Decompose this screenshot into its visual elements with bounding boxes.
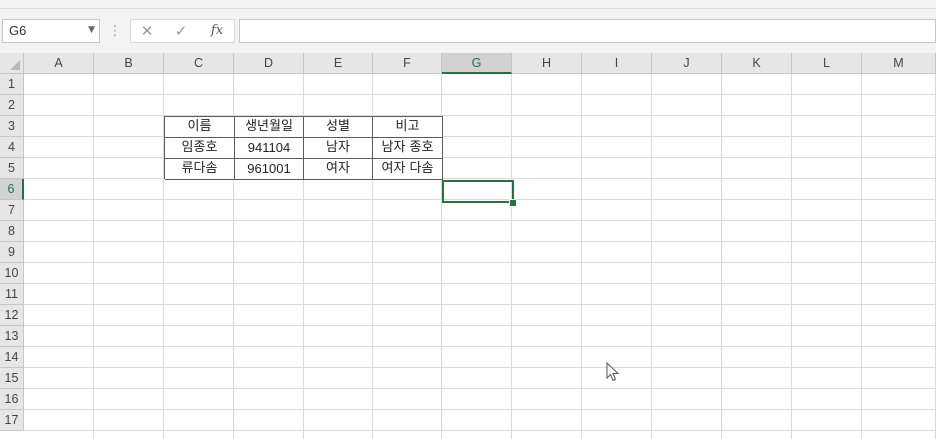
row-header-8[interactable]: 8 [0, 221, 24, 242]
name-box[interactable]: G6 ▼ [2, 19, 100, 43]
row-header-1[interactable]: 1 [0, 74, 24, 95]
formula-bar: G6 ▼ ⋮ ✕ ✓ fx [0, 9, 936, 54]
row-header-15[interactable]: 15 [0, 368, 24, 389]
row-header-12[interactable]: 12 [0, 305, 24, 326]
gridline-horizontal [24, 241, 936, 242]
gridline-horizontal [24, 178, 936, 179]
gridline-horizontal [24, 157, 936, 158]
gridline-horizontal [24, 325, 936, 326]
fill-handle[interactable] [509, 199, 517, 207]
gridline-vertical [581, 74, 582, 439]
column-header-g[interactable]: G [442, 53, 512, 74]
table-cell[interactable]: 961001 [235, 159, 304, 180]
close-icon[interactable]: ✕ [133, 21, 161, 41]
select-all-button[interactable] [0, 53, 24, 74]
insert-function-button[interactable]: fx [203, 21, 231, 41]
gridline-horizontal [24, 220, 936, 221]
chevron-down-icon[interactable]: ▼ [88, 25, 95, 35]
checkmark-icon[interactable]: ✓ [167, 21, 195, 41]
row-header-7[interactable]: 7 [0, 200, 24, 221]
table-header-cell[interactable]: 비고 [373, 117, 443, 138]
column-header-f[interactable]: F [373, 53, 442, 74]
table-cell[interactable]: 여자 다솜 [373, 159, 443, 180]
row-header-5[interactable]: 5 [0, 158, 24, 179]
gridline-vertical [791, 74, 792, 439]
ribbon-bottom-edge [0, 0, 936, 9]
gridline-vertical [861, 74, 862, 439]
active-cell-selection[interactable] [442, 180, 514, 203]
table-cell[interactable]: 여자 [304, 159, 373, 180]
column-header-e[interactable]: E [304, 53, 373, 74]
gridline-horizontal [24, 430, 936, 431]
column-header-m[interactable]: M [862, 53, 936, 74]
gridline-horizontal [24, 367, 936, 368]
row-header-6[interactable]: 6 [0, 179, 24, 200]
gridline-horizontal [24, 283, 936, 284]
gridline-horizontal [24, 262, 936, 263]
column-header-k[interactable]: K [722, 53, 792, 74]
gridline-horizontal [24, 115, 936, 116]
gridline-vertical [721, 74, 722, 439]
row-header-17[interactable]: 17 [0, 410, 24, 431]
formula-input[interactable] [239, 19, 936, 43]
gridline-horizontal [24, 409, 936, 410]
table-header-cell[interactable]: 이름 [165, 117, 235, 138]
table-cell[interactable]: 남자 [304, 138, 373, 159]
row-header-13[interactable]: 13 [0, 326, 24, 347]
formula-buttons: ✕ ✓ fx [130, 19, 235, 43]
column-header-b[interactable]: B [94, 53, 164, 74]
gridline-vertical [511, 74, 512, 439]
row-header-14[interactable]: 14 [0, 347, 24, 368]
row-header-11[interactable]: 11 [0, 284, 24, 305]
table-cell[interactable]: 941104 [235, 138, 304, 159]
row-header-2[interactable]: 2 [0, 95, 24, 116]
gridline-vertical [651, 74, 652, 439]
table-cell[interactable]: 류다솜 [165, 159, 235, 180]
column-header-h[interactable]: H [512, 53, 582, 74]
column-header-i[interactable]: I [582, 53, 652, 74]
table-header-cell[interactable]: 성별 [304, 117, 373, 138]
mouse-pointer-icon [606, 362, 620, 382]
gridline-horizontal [24, 388, 936, 389]
column-header-d[interactable]: D [234, 53, 304, 74]
more-options-icon[interactable]: ⋮ [108, 21, 122, 41]
gridline-horizontal [24, 346, 936, 347]
row-header-3[interactable]: 3 [0, 116, 24, 137]
name-box-value: G6 [9, 23, 27, 38]
row-header-9[interactable]: 9 [0, 242, 24, 263]
table-cell[interactable]: 남자 종호 [373, 138, 443, 159]
gridline-horizontal [24, 304, 936, 305]
gridline-horizontal [24, 94, 936, 95]
worksheet-grid[interactable]: A B C D E F G H I J K L M 1 2 3 4 5 6 7 8 9 10 11 12 13 14 15 16 17 [0, 53, 936, 439]
column-header-c[interactable]: C [164, 53, 234, 74]
column-header-a[interactable]: A [24, 53, 94, 74]
column-header-j[interactable]: J [652, 53, 722, 74]
table-header-cell[interactable]: 생년월일 [235, 117, 304, 138]
table-cell[interactable]: 임종호 [165, 138, 235, 159]
row-header-16[interactable]: 16 [0, 389, 24, 410]
row-header-4[interactable]: 4 [0, 137, 24, 158]
column-header-l[interactable]: L [792, 53, 862, 74]
gridline-vertical [93, 74, 94, 439]
gridline-horizontal [24, 136, 936, 137]
row-header-10[interactable]: 10 [0, 263, 24, 284]
